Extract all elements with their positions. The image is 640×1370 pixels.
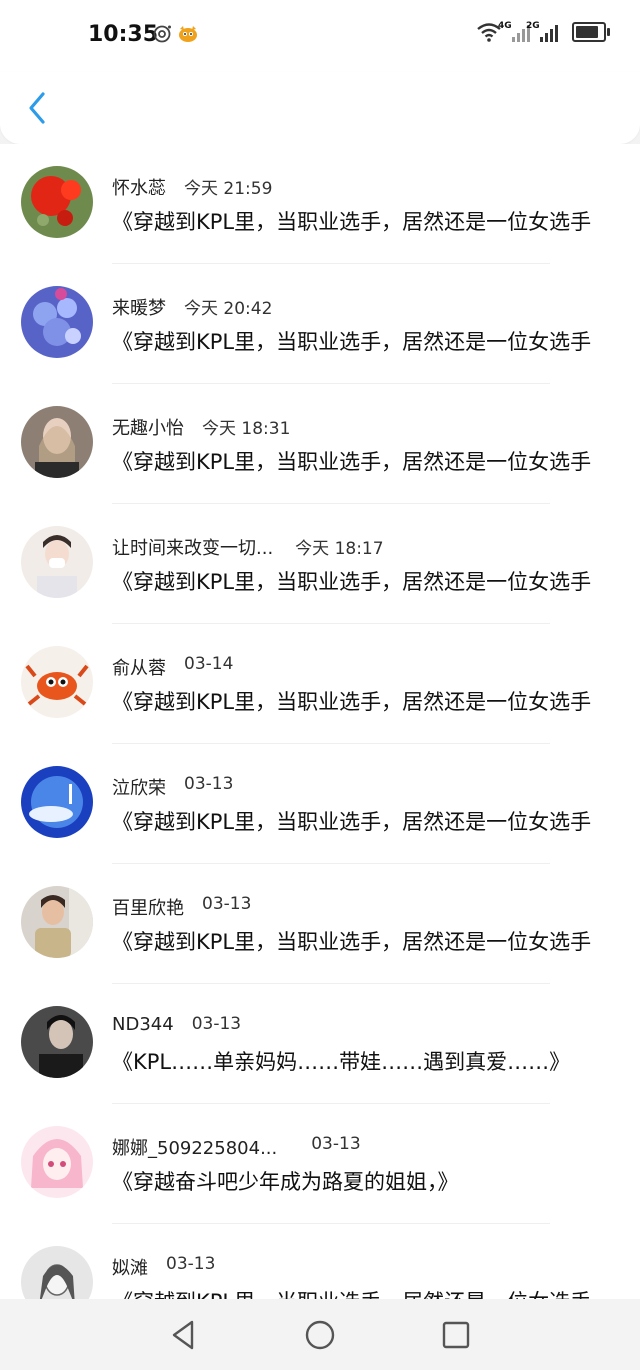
network-label-1: 4G bbox=[498, 21, 512, 31]
top-header bbox=[0, 72, 640, 144]
item-header: 百里欣艳 03-13 bbox=[112, 894, 251, 920]
message-preview: 《穿越到KPL里，当职业选手，居然还是一位女选手 bbox=[112, 570, 592, 594]
chevron-left-icon bbox=[29, 92, 45, 124]
timestamp: 今天 18:31 bbox=[202, 419, 291, 439]
system-nav-bar bbox=[0, 1299, 640, 1370]
item-header: 姒滩 03-13 bbox=[112, 1254, 215, 1280]
signal-icon-2g: 2G bbox=[526, 21, 558, 42]
avatar[interactable] bbox=[21, 646, 93, 718]
avatar[interactable] bbox=[21, 1126, 93, 1198]
list-item[interactable]: 娜娜_509225804... 03-13 《穿越奋斗吧少年成为路夏的姐姐，》 bbox=[0, 1104, 640, 1224]
list-item[interactable]: 姒滩 03-13 《穿越到KPL里，当职业选手，居然还是一位女选手 bbox=[0, 1224, 640, 1299]
message-preview: 《穿越到KPL里，当职业选手，居然还是一位女选手 bbox=[112, 690, 592, 714]
at-sign-icon bbox=[153, 25, 171, 43]
avatar[interactable] bbox=[21, 526, 93, 598]
contact-name: 俞从蓉 bbox=[112, 658, 166, 679]
item-header: 让时间来改变一切... 今天 18:17 bbox=[112, 534, 384, 560]
list-item[interactable]: 来暖梦 今天 20:42 《穿越到KPL里，当职业选手，居然还是一位女选手 bbox=[0, 264, 640, 384]
status-time: 10:35 bbox=[88, 22, 159, 47]
list-item[interactable]: 怀水蕊 今天 21:59 《穿越到KPL里，当职业选手，居然还是一位女选手 bbox=[0, 144, 640, 264]
contact-name: 姒滩 bbox=[112, 1258, 148, 1279]
contact-name: 娜娜_509225804... bbox=[112, 1138, 278, 1159]
message-preview: 《KPL……单亲妈妈……带娃……遇到真爱……》 bbox=[112, 1050, 571, 1074]
avatar[interactable] bbox=[21, 766, 93, 838]
nav-home-button[interactable] bbox=[302, 1317, 338, 1353]
nav-recents-button[interactable] bbox=[438, 1317, 474, 1353]
avatar[interactable] bbox=[21, 166, 93, 238]
timestamp: 今天 20:42 bbox=[184, 299, 273, 319]
contact-name: ND344 bbox=[112, 1014, 174, 1035]
nav-back-button[interactable] bbox=[166, 1317, 202, 1353]
timestamp: 03-13 bbox=[166, 1254, 216, 1274]
list-item[interactable]: 让时间来改变一切... 今天 18:17 《穿越到KPL里，当职业选手，居然还是… bbox=[0, 504, 640, 624]
network-label-2: 2G bbox=[526, 21, 540, 31]
timestamp: 03-13 bbox=[202, 894, 252, 914]
list-item[interactable]: 百里欣艳 03-13 《穿越到KPL里，当职业选手，居然还是一位女选手 bbox=[0, 864, 640, 984]
message-preview: 《穿越奋斗吧少年成为路夏的姐姐，》 bbox=[112, 1170, 459, 1194]
avatar[interactable] bbox=[21, 1006, 93, 1078]
timestamp: 今天 21:59 bbox=[184, 179, 273, 199]
timestamp: 03-13 bbox=[191, 1014, 242, 1034]
item-header: 来暖梦 今天 20:42 bbox=[112, 294, 272, 320]
item-header: 怀水蕊 今天 21:59 bbox=[112, 174, 272, 200]
battery-icon bbox=[572, 22, 610, 42]
back-button[interactable] bbox=[22, 90, 52, 126]
list-item[interactable]: ND344 03-13 《KPL……单亲妈妈……带娃……遇到真爱……》 bbox=[0, 984, 640, 1104]
message-preview: 《穿越到KPL里，当职业选手，居然还是一位女选手 bbox=[112, 330, 592, 354]
item-header: 无趣小怡 今天 18:31 bbox=[112, 414, 290, 440]
item-header: ND344 03-13 bbox=[112, 1014, 241, 1035]
avatar[interactable] bbox=[21, 406, 93, 478]
message-preview: 《穿越到KPL里，当职业选手，居然还是一位女选手 bbox=[112, 930, 592, 954]
recents-square-icon bbox=[442, 1321, 470, 1349]
status-bar: 10:35 4G 2G bbox=[0, 0, 640, 72]
message-list: 怀水蕊 今天 21:59 《穿越到KPL里，当职业选手，居然还是一位女选手 来暖… bbox=[0, 144, 640, 1299]
timestamp: 今天 18:17 bbox=[295, 539, 384, 559]
timestamp: 03-13 bbox=[184, 774, 234, 794]
item-header: 娜娜_509225804... 03-13 bbox=[112, 1134, 361, 1160]
message-preview: 《穿越到KPL里，当职业选手，居然还是一位女选手 bbox=[112, 1286, 622, 1299]
item-header: 泣欣荣 03-13 bbox=[112, 774, 233, 800]
timestamp: 03-14 bbox=[184, 654, 234, 674]
list-item[interactable]: 无趣小怡 今天 18:31 《穿越到KPL里，当职业选手，居然还是一位女选手 bbox=[0, 384, 640, 504]
timestamp: 03-13 bbox=[311, 1134, 361, 1154]
list-item[interactable]: 泣欣荣 03-13 《穿越到KPL里，当职业选手，居然还是一位女选手 bbox=[0, 744, 640, 864]
contact-name: 泣欣荣 bbox=[112, 778, 166, 799]
contact-name: 无趣小怡 bbox=[112, 418, 184, 439]
status-right-icons: 4G 2G bbox=[476, 21, 610, 42]
home-circle-icon bbox=[305, 1320, 335, 1350]
cartoon-icon bbox=[179, 26, 197, 42]
avatar[interactable] bbox=[21, 886, 93, 958]
back-triangle-icon bbox=[172, 1320, 194, 1350]
contact-name: 百里欣艳 bbox=[112, 898, 184, 919]
contact-name: 让时间来改变一切... bbox=[112, 538, 274, 559]
item-header: 俞从蓉 03-14 bbox=[112, 654, 233, 680]
contact-name: 怀水蕊 bbox=[112, 178, 166, 199]
message-preview: 《穿越到KPL里，当职业选手，居然还是一位女选手 bbox=[112, 810, 592, 834]
message-preview: 《穿越到KPL里，当职业选手，居然还是一位女选手 bbox=[112, 210, 592, 234]
status-left-icons bbox=[152, 24, 200, 44]
contact-name: 来暖梦 bbox=[112, 298, 166, 319]
avatar[interactable] bbox=[21, 1246, 93, 1299]
list-item[interactable]: 俞从蓉 03-14 《穿越到KPL里，当职业选手，居然还是一位女选手 bbox=[0, 624, 640, 744]
avatar[interactable] bbox=[21, 286, 93, 358]
message-preview: 《穿越到KPL里，当职业选手，居然还是一位女选手 bbox=[112, 450, 592, 474]
